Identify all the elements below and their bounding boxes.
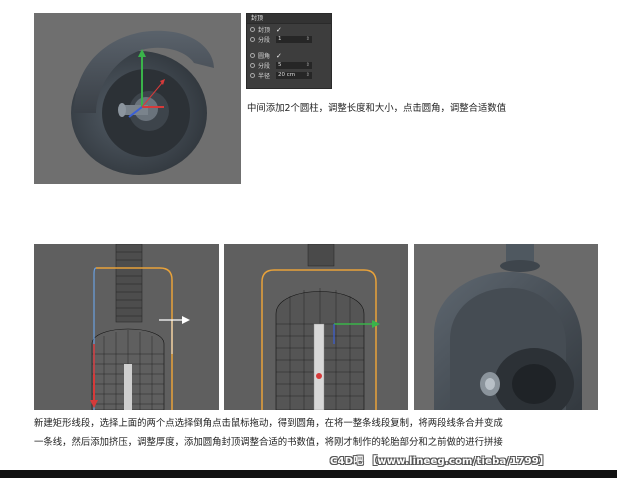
keyframe-dot-icon[interactable] bbox=[250, 63, 255, 68]
attr-row-radius[interactable]: 半径 20 cm ⇕ bbox=[250, 71, 330, 80]
wheel-render bbox=[71, 30, 214, 175]
keyframe-dot-icon[interactable] bbox=[250, 53, 255, 58]
segments-field[interactable]: 1 ⇕ bbox=[276, 36, 312, 43]
final-wheel-render bbox=[434, 244, 582, 410]
caption-line-2: 一条线，然后添加挤压，调整厚度，添加圆角封顶调整合适的书数值，将刚才制作的轮胎部… bbox=[34, 437, 503, 448]
viewport-spline-wireframe[interactable] bbox=[34, 244, 219, 410]
spline-render bbox=[90, 244, 190, 410]
attr-label: 分段 bbox=[258, 37, 271, 44]
attr-row-fillet-segments[interactable]: 分段 5 ⇕ bbox=[250, 61, 330, 70]
keyframe-dot-icon[interactable] bbox=[250, 73, 255, 78]
attr-label: 封顶 bbox=[258, 27, 271, 34]
caption-line-1: 新建矩形线段，选择上面的两个点选择倒角点击鼠标拖动，得到圆角，在将一整条线段复制… bbox=[34, 418, 503, 429]
stepper-icon: ⇕ bbox=[305, 62, 310, 68]
attr-label: 圆角 bbox=[258, 53, 271, 60]
stepper-icon: ⇕ bbox=[305, 36, 310, 42]
attr-label: 分段 bbox=[258, 63, 271, 70]
caption-bottom: 新建矩形线段，选择上面的两个点选择倒角点击鼠标拖动，得到圆角，在将一整条线段复制… bbox=[34, 414, 594, 452]
fillet-segments-field[interactable]: 5 ⇕ bbox=[276, 62, 312, 69]
fillet-checkbox[interactable]: ✓ bbox=[276, 52, 282, 60]
radius-field[interactable]: 20 cm ⇕ bbox=[276, 72, 312, 79]
viewport-wheel-cylinders[interactable] bbox=[34, 13, 241, 184]
keyframe-dot-icon[interactable] bbox=[250, 37, 255, 42]
bottom-divider bbox=[0, 470, 617, 478]
cap-checkbox[interactable]: ✓ bbox=[276, 26, 282, 34]
caption-top: 中间添加2个圆柱，调整长度和大小，点击圆角，调整合适数值 bbox=[247, 103, 507, 114]
viewport-extrude-wireframe[interactable] bbox=[224, 244, 408, 410]
cap-attributes-panel: 封顶 封顶 ✓ 分段 1 ⇕ 圆角 ✓ 分段 5 ⇕ 半径 20 cm ⇕ bbox=[246, 13, 332, 89]
watermark-text: C4D吧 【www.lineeg.com/tieba/1799】 bbox=[330, 456, 550, 467]
attr-row-cap[interactable]: 封顶 ✓ bbox=[250, 25, 330, 34]
keyframe-dot-icon[interactable] bbox=[250, 27, 255, 32]
attr-row-fillet[interactable]: 圆角 ✓ bbox=[250, 51, 330, 60]
viewport-final-render[interactable] bbox=[414, 244, 598, 410]
attr-row-segments[interactable]: 分段 1 ⇕ bbox=[250, 35, 330, 44]
panel-header: 封顶 bbox=[247, 14, 331, 24]
attr-label: 半径 bbox=[258, 73, 271, 80]
stepper-icon: ⇕ bbox=[305, 72, 310, 78]
extrude-render bbox=[261, 244, 380, 410]
